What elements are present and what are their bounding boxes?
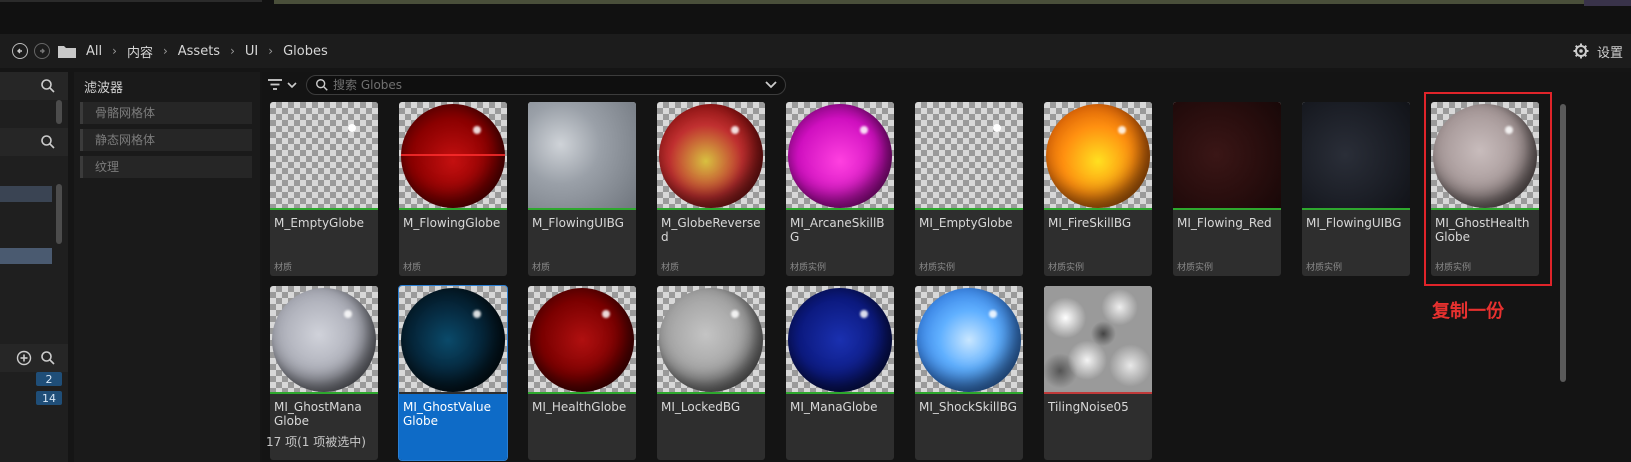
asset-tile-m-flowinguibg[interactable]: M_FlowingUIBG 材质 [528,102,636,276]
breadcrumb-item[interactable]: UI [245,44,258,59]
asset-type: 材质实例 [790,263,827,273]
viewport-strip [0,0,1631,34]
asset-thumbnail [1044,102,1152,208]
search-icon[interactable] [40,350,56,366]
asset-name: MI_FireSkillBG [1048,216,1132,230]
asset-name: TilingNoise05 [1048,400,1129,414]
breadcrumb-item[interactable]: All [86,44,102,59]
asset-tile-mi-flowing-red[interactable]: MI_Flowing_Red 材质实例 [1173,102,1281,276]
filter-item[interactable]: 静态网格体 [80,129,252,151]
breadcrumb-item[interactable]: Globes [283,44,328,59]
scrollbar[interactable] [1560,104,1566,382]
folder-icon[interactable] [58,44,76,58]
back-arrow-icon[interactable] [12,43,28,59]
asset-name: M_FlowingUIBG [532,216,624,230]
annotation-box [1424,92,1552,286]
viewport-preview [274,0,1631,4]
filter-item[interactable]: 纹理 [80,156,252,178]
breadcrumb-item[interactable]: Assets [178,44,220,59]
filter-item[interactable]: 骨骼网格体 [80,102,252,124]
asset-name: MI_Flowing_Red [1177,216,1272,230]
asset-thumbnail [1044,286,1152,392]
sources-header [0,72,68,100]
asset-type: 材质实例 [1177,263,1214,273]
scrollbar[interactable] [56,100,62,124]
breadcrumb-separator: › [162,44,168,58]
gear-icon [1573,43,1589,59]
count-badge: 2 [36,372,62,386]
asset-tile-mi-arcaneskillbg[interactable]: MI_ArcaneSkillBG 材质实例 [786,102,894,276]
asset-tile-mi-flowinguibg[interactable]: MI_FlowingUIBG 材质实例 [1302,102,1410,276]
scrollbar[interactable] [56,184,62,244]
asset-type: 材质 [661,263,680,273]
asset-name: MI_HealthGlobe [532,400,627,414]
asset-thumbnail [1173,102,1281,208]
asset-thumbnail [1302,102,1410,208]
asset-type: 材质 [532,263,551,273]
asset-name: MI_EmptyGlobe [919,216,1013,230]
breadcrumb-separator: › [230,44,235,58]
asset-tile-m-flowingglobe[interactable]: M_FlowingGlobe 材质 [399,102,507,276]
asset-thumbnail [270,286,378,392]
asset-type: 材质 [274,263,293,273]
asset-name: MI_ArcaneSkillBG [790,216,885,244]
viewport-edge [0,0,262,2]
sources-panel: 2 14 [0,72,68,462]
asset-thumbnail [657,286,765,392]
folder-tree-item[interactable] [0,186,52,202]
search-box[interactable] [306,75,786,95]
settings-button[interactable]: 设置 [1573,34,1631,68]
folder-tree-item-selected[interactable] [0,248,52,264]
asset-tile-m-globereversed[interactable]: M_GlobeReversed 材质 [657,102,765,276]
asset-thumbnail [399,102,507,208]
asset-tile-m-emptyglobe[interactable]: M_EmptyGlobe 材质 [270,102,378,276]
status-text: 17 项(1 项被选中) [266,435,366,449]
asset-name: M_GlobeReversed [661,216,761,244]
breadcrumb-separator: › [268,44,274,58]
status-bar: 17 项(1 项被选中) [262,430,1631,462]
asset-name: MI_ShockSkillBG [919,400,1017,414]
asset-name: MI_GhostMana Globe [274,400,362,428]
asset-type: 材质实例 [1048,263,1085,273]
breadcrumb-separator: › [112,44,117,58]
viewport-preview-corner [1584,0,1631,6]
asset-thumbnail [528,102,636,208]
collections-header [0,344,68,372]
settings-label: 设置 [1597,45,1624,61]
search-icon[interactable] [40,78,56,94]
asset-thumbnail [786,102,894,208]
asset-tile-mi-emptyglobe[interactable]: MI_EmptyGlobe 材质实例 [915,102,1023,276]
filter-icon[interactable] [268,78,298,92]
folders-header [0,128,68,156]
filter-title: 滤波器 [84,81,124,96]
search-icon [316,79,328,91]
asset-thumbnail [657,102,765,208]
asset-thumbnail [786,286,894,392]
path-bar: All › 内容 › Assets › UI › Globes 设置 [0,34,1631,68]
asset-thumbnail [915,286,1023,392]
asset-thumbnail [399,286,507,392]
asset-name: M_EmptyGlobe [274,216,365,230]
filter-panel: 滤波器 骨骼网格体 静态网格体 纹理 [74,72,260,462]
asset-tile-mi-fireskillbg[interactable]: MI_FireSkillBG 材质实例 [1044,102,1152,276]
breadcrumb-item[interactable]: 内容 [127,42,153,61]
add-icon[interactable] [16,350,32,366]
asset-thumbnail [528,286,636,392]
asset-name: MI_LockedBG [661,400,741,414]
search-input[interactable] [333,76,753,94]
annotation-text: 复制一份 [1432,301,1504,322]
asset-name: MI_FlowingUIBG [1306,216,1402,230]
asset-type: 材质实例 [1306,263,1343,273]
asset-name: MI_ManaGlobe [790,400,878,414]
count-badge: 14 [36,391,62,405]
asset-thumbnail [915,102,1023,208]
asset-name: MI_GhostValue Globe [403,400,492,428]
chevron-down-icon[interactable] [765,81,777,89]
asset-thumbnail [270,102,378,208]
asset-type: 材质实例 [919,263,956,273]
asset-name: M_FlowingGlobe [403,216,501,230]
search-icon[interactable] [40,134,56,150]
asset-type: 材质 [403,263,422,273]
forward-arrow-icon[interactable] [34,43,50,59]
